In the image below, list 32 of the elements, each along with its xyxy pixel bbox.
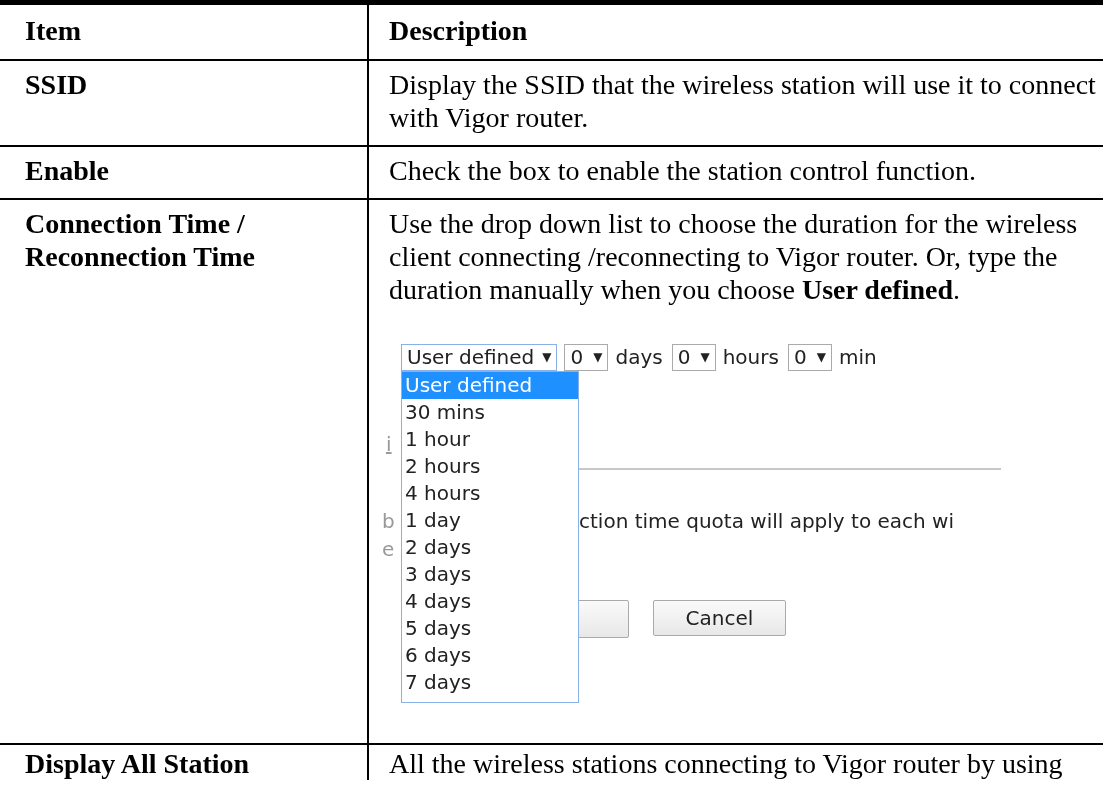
description-text: Check the box to enable the station control function. xyxy=(389,154,978,187)
dropdown-option[interactable]: 4 days xyxy=(402,588,578,615)
description-text: Use the drop down list to choose the duration for the wireless client connecting /reconnecting to Vigor router. Or, type the duration manually when you choose User defined. xyxy=(389,207,1079,306)
column-header: Description xyxy=(368,2,1103,60)
dropdown-select[interactable]: 0 ▼ xyxy=(787,344,832,371)
dropdown-select[interactable]: 0 ▼ xyxy=(671,344,716,371)
item-name: SSID xyxy=(25,68,89,101)
column-header: Item xyxy=(0,2,368,60)
unit-label: min xyxy=(838,345,877,370)
unit-label: hours xyxy=(722,345,779,370)
item-name: Connection Time / Reconnection Time xyxy=(25,207,256,273)
dropdown-option[interactable]: 3 days xyxy=(402,561,578,588)
dropdown-select[interactable]: 0 ▼ xyxy=(564,344,609,371)
dropdown-option[interactable]: 7 days xyxy=(402,669,578,696)
dropdown-option[interactable]: 1 day xyxy=(402,507,578,534)
dropdown-option[interactable]: 30 mins xyxy=(402,399,578,426)
unit-label: days xyxy=(615,345,663,370)
note-text: b xyxy=(382,509,395,533)
dropdown-option[interactable]: 4 hours xyxy=(402,480,578,507)
dropdown-select[interactable]: User defined ▼ xyxy=(401,344,558,371)
note-text: ction time quota will apply to each wi xyxy=(579,509,954,533)
dropdown-option[interactable]: 5 days xyxy=(402,615,578,642)
item-name: Enable xyxy=(25,154,111,187)
description-text: All the wireless stations connecting to Vigor router by using xyxy=(389,747,1064,780)
dropdown-option[interactable]: 2 days xyxy=(402,534,578,561)
cancel-button[interactable]: Cancel xyxy=(653,600,786,636)
dropdown-option[interactable]: 2 hours xyxy=(402,453,578,480)
dropdown-option[interactable]: 1 hour xyxy=(402,426,578,453)
description-text: Display the SSID that the wireless station will use it to connect with Vigor router. xyxy=(389,68,1097,134)
item-name: Display All Station xyxy=(25,747,251,780)
dropdown-option[interactable]: 6 days xyxy=(402,642,578,669)
note-text: e xyxy=(382,537,395,561)
